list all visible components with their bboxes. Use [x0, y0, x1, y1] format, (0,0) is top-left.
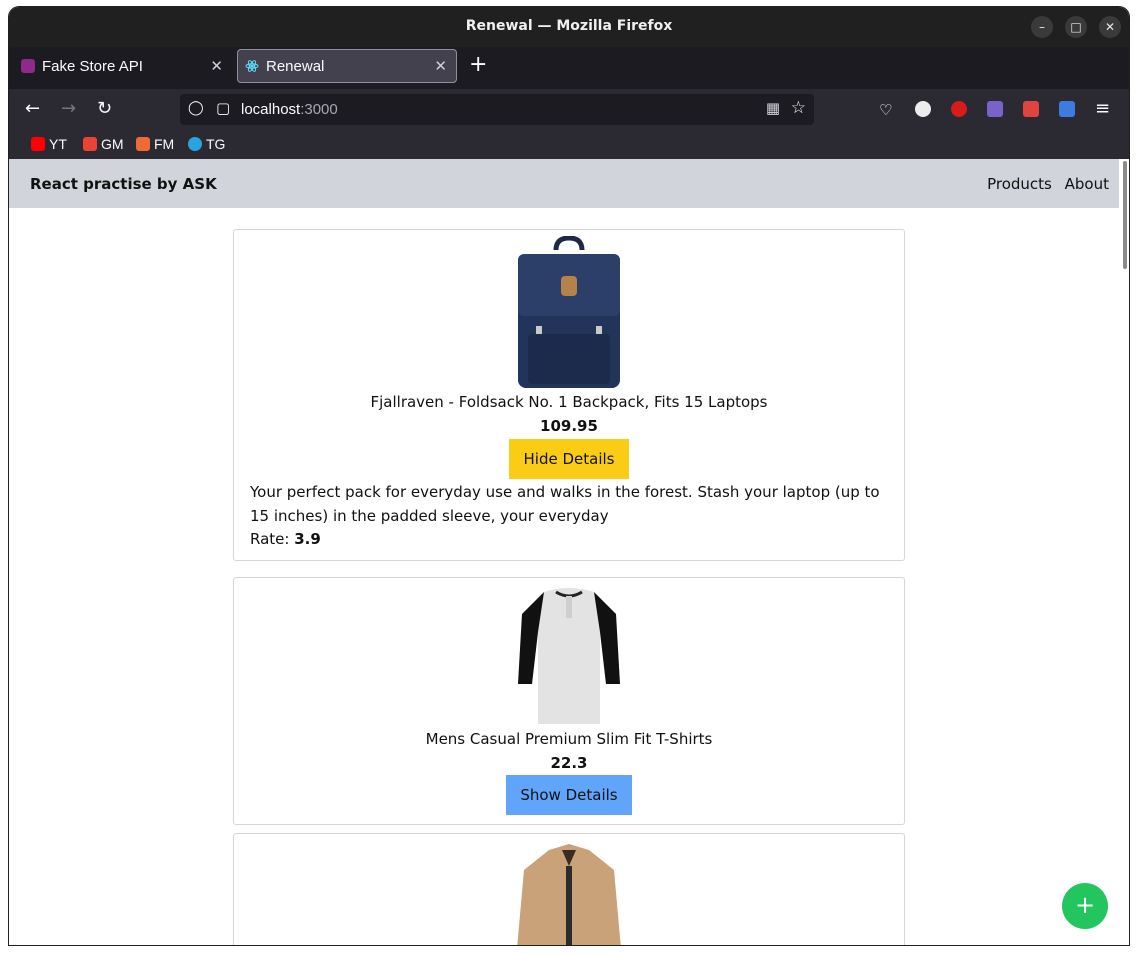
product-price: 109.95	[540, 417, 598, 435]
app-navbar: React practise by ASK Products About	[9, 159, 1119, 208]
product-title: Fjallraven - Foldsack No. 1 Backpack, Fi…	[370, 393, 768, 411]
tab-fake-store-api[interactable]: Fake Store API ✕	[13, 49, 233, 83]
bookmark-star-icon[interactable]: ☆	[791, 98, 806, 118]
tshirt-image	[518, 588, 620, 724]
window-title: Renewal — Mozilla Firefox	[465, 18, 673, 34]
forward-icon[interactable]: →	[61, 99, 76, 119]
app-nav-links: Products About	[979, 175, 1109, 193]
tab-renewal[interactable]: Renewal ✕	[237, 49, 457, 83]
grid-extension-icon[interactable]	[987, 101, 1003, 117]
bookmark-yt[interactable]: YT	[31, 136, 67, 152]
bookmarks-bar: YT GM FM TG	[9, 131, 1129, 159]
page-content: React practise by ASK Products About Fja…	[9, 159, 1129, 945]
navigation-bar: ← → ↻ ◯ ▢ localhost:3000 ▦ ☆ ♡ ≡	[9, 89, 1129, 131]
product-card	[233, 833, 905, 945]
maximize-icon[interactable]: □	[1065, 16, 1087, 38]
title-bar: Renewal — Mozilla Firefox – □ ✕	[9, 7, 1129, 47]
backpack-image	[518, 236, 620, 388]
app-brand: React practise by ASK	[30, 175, 217, 193]
youtube-icon	[31, 137, 45, 151]
bookmark-tg[interactable]: TG	[188, 136, 225, 152]
show-details-button[interactable]: Show Details	[506, 775, 632, 815]
scrollbar-thumb[interactable]	[1123, 161, 1127, 269]
react-favicon-icon	[245, 59, 259, 73]
tab-close-icon[interactable]: ✕	[434, 57, 447, 75]
tab-close-icon[interactable]: ✕	[210, 57, 223, 75]
page-icon[interactable]: ▢	[216, 99, 230, 117]
browser-window: Renewal — Mozilla Firefox – □ ✕ Fake Sto…	[9, 7, 1129, 945]
product-card: Mens Casual Premium Slim Fit T-Shirts 22…	[233, 577, 905, 825]
bookmark-gm[interactable]: GM	[83, 136, 124, 152]
pocket-icon[interactable]: ♡	[879, 100, 892, 120]
hide-details-button[interactable]: Hide Details	[509, 439, 629, 479]
reload-icon[interactable]: ↻	[97, 99, 112, 119]
add-button[interactable]: +	[1062, 883, 1108, 929]
fake-store-favicon-icon	[21, 59, 35, 73]
nav-link-products[interactable]: Products	[987, 175, 1052, 193]
tab-label: Renewal	[266, 58, 325, 75]
product-title: Mens Casual Premium Slim Fit T-Shirts	[425, 730, 713, 748]
menu-icon[interactable]: ≡	[1095, 99, 1110, 119]
telegram-icon	[188, 137, 202, 151]
red-extension-icon[interactable]	[1023, 101, 1039, 117]
url-text[interactable]: localhost:3000	[241, 101, 338, 118]
product-rate: Rate: 3.9	[250, 530, 321, 548]
product-price: 22.3	[550, 754, 588, 772]
bookmark-fm[interactable]: FM	[136, 136, 174, 152]
translate-icon[interactable]: ▦	[766, 99, 780, 117]
product-description: Your perfect pack for everyday use and w…	[250, 483, 880, 525]
gmail-icon	[83, 137, 97, 151]
translate-extension-icon[interactable]	[1059, 101, 1075, 117]
page-scrollbar[interactable]	[1119, 159, 1129, 945]
fm-icon	[136, 137, 150, 151]
new-tab-icon[interactable]: +	[469, 54, 487, 76]
lock-extension-icon[interactable]	[951, 101, 967, 117]
shield-icon[interactable]: ◯	[188, 100, 204, 116]
back-icon[interactable]: ←	[25, 99, 40, 119]
jacket-image	[517, 844, 621, 945]
tab-bar: Fake Store API ✕ Renewal ✕ +	[9, 47, 1129, 89]
info-extension-icon[interactable]	[915, 101, 931, 117]
close-icon[interactable]: ✕	[1099, 16, 1121, 38]
url-bar[interactable]: ◯ ▢ localhost:3000 ▦ ☆	[180, 94, 814, 125]
nav-link-about[interactable]: About	[1065, 175, 1109, 193]
tab-label: Fake Store API	[42, 58, 143, 75]
product-card: Fjallraven - Foldsack No. 1 Backpack, Fi…	[233, 229, 905, 561]
minimize-icon[interactable]: –	[1031, 16, 1053, 38]
